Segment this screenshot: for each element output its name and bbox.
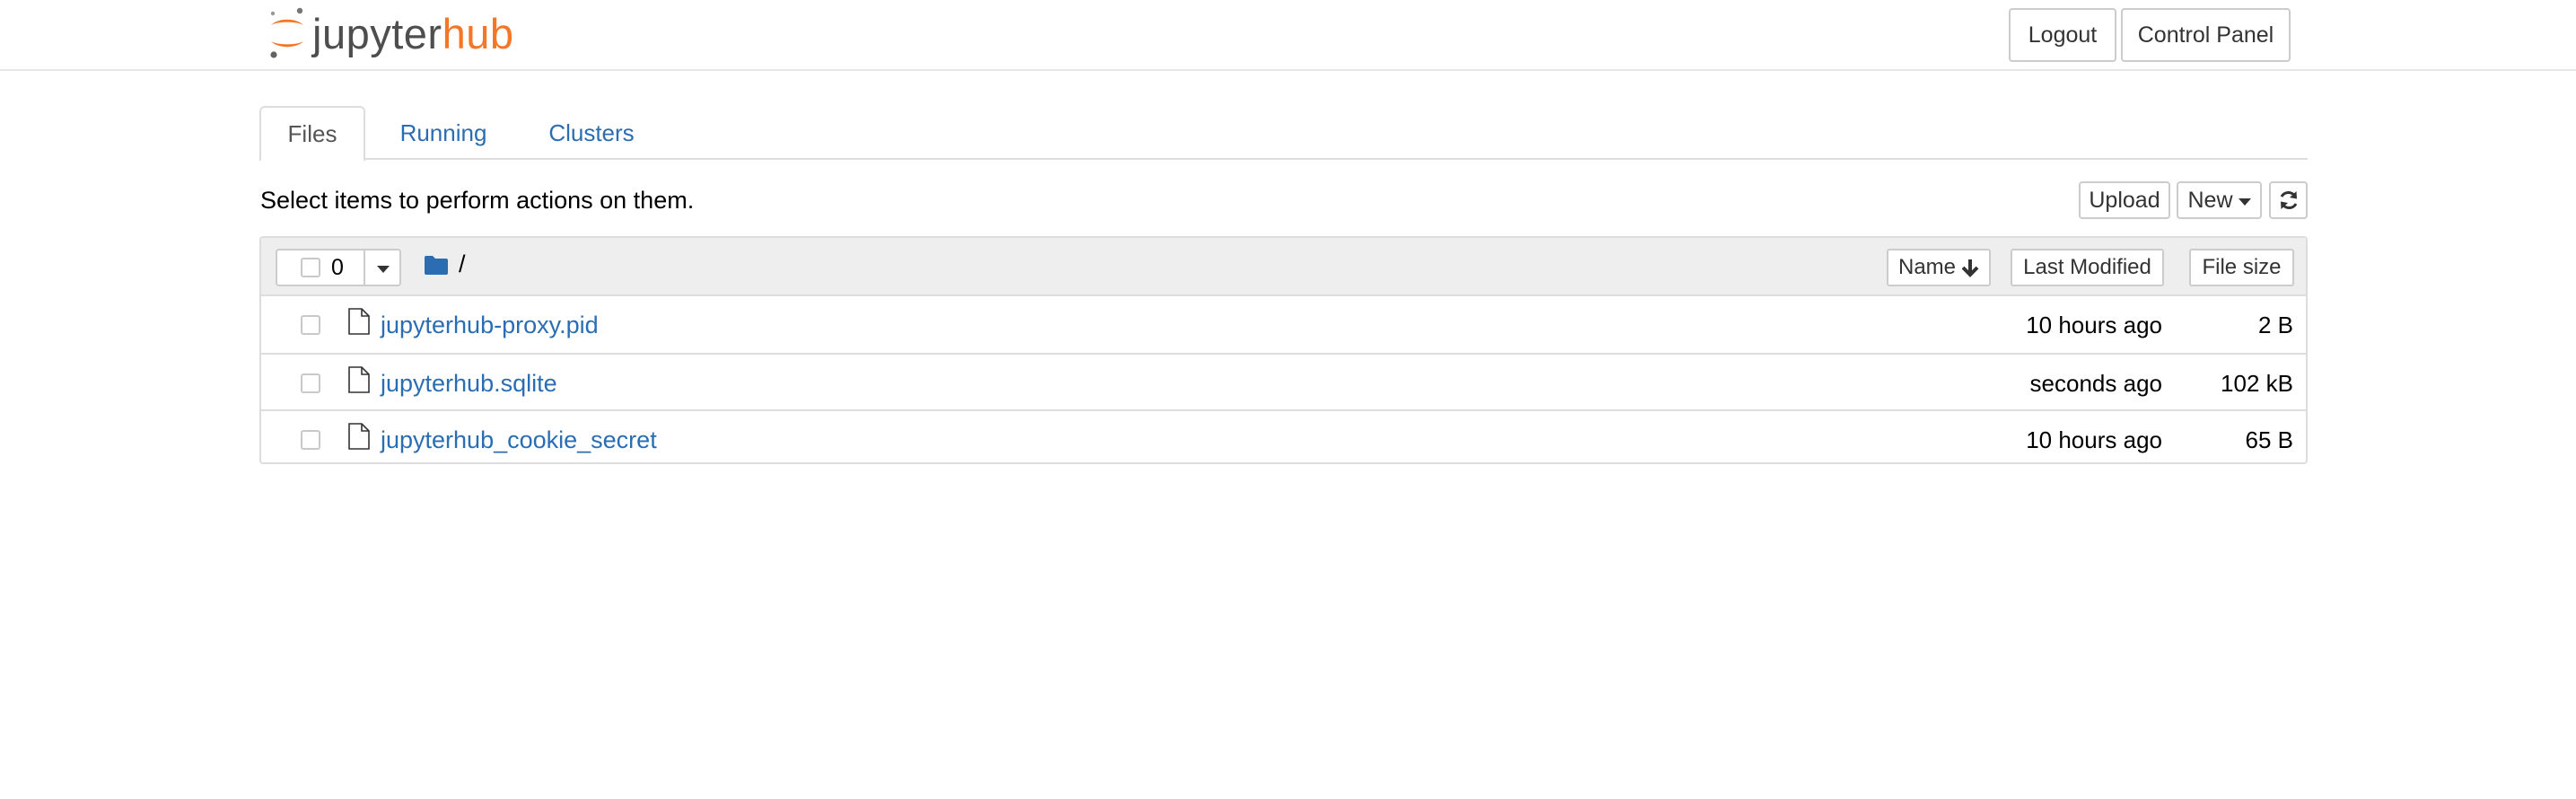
tab-bar: Files Running Clusters [259, 106, 2308, 162]
sort-by-name-button[interactable]: Name [1887, 249, 1991, 286]
logo-text-jupyter: jupyter [312, 9, 442, 57]
breadcrumb-path[interactable]: / [459, 250, 466, 278]
file-icon [348, 308, 370, 335]
file-size: 65 B [2245, 426, 2294, 453]
selected-count: 0 [331, 254, 344, 280]
tab-files[interactable]: Files [259, 106, 365, 162]
arrow-down-icon [1961, 259, 1979, 277]
folder-icon[interactable] [425, 255, 448, 275]
row-checkbox[interactable] [301, 315, 320, 335]
tab-running[interactable]: Running [376, 106, 511, 160]
select-menu-dropdown[interactable] [365, 250, 401, 285]
tab-clusters[interactable]: Clusters [529, 106, 654, 160]
file-name-link[interactable]: jupyterhub-proxy.pid [381, 310, 599, 340]
row-checkbox[interactable] [301, 430, 320, 450]
new-button-label: New [2187, 187, 2233, 213]
logo-text-hub: hub [442, 9, 514, 57]
file-size: 102 kB [2221, 370, 2293, 397]
file-list-header: 0 / Name Last Modified File size [261, 238, 2306, 296]
file-name-link[interactable]: jupyterhub_cookie_secret [381, 425, 657, 455]
file-list: 0 / Name Last Modified File size jupyter… [259, 236, 2308, 464]
jupyterhub-logo[interactable]: jupyterhub [266, 5, 514, 61]
file-size: 2 B [2257, 312, 2293, 338]
sort-name-label: Name [1897, 255, 1957, 279]
row-checkbox[interactable] [301, 373, 320, 393]
list-item[interactable]: jupyterhub.sqlite seconds ago 102 kB [261, 353, 2306, 409]
file-last-modified: 10 hours ago [2026, 312, 2162, 338]
breadcrumb: / [425, 250, 466, 278]
list-item[interactable]: jupyterhub-proxy.pid 10 hours ago 2 B [261, 296, 2306, 353]
select-all-toggle[interactable]: 0 [277, 250, 365, 285]
logo-text: jupyterhub [312, 13, 514, 55]
refresh-button[interactable] [2269, 181, 2308, 219]
new-dropdown-button[interactable]: New [2177, 181, 2262, 219]
file-last-modified: seconds ago [2029, 370, 2162, 397]
list-item[interactable]: jupyterhub_cookie_secret 10 hours ago 65… [261, 409, 2306, 466]
sort-by-file-size-button[interactable]: File size [2189, 249, 2294, 286]
select-all-checkbox[interactable] [301, 258, 320, 277]
refresh-icon [2280, 190, 2297, 210]
caret-down-icon [2238, 198, 2251, 206]
control-panel-button[interactable]: Control Panel [2121, 8, 2291, 62]
select-all-group: 0 [276, 249, 401, 286]
jupyter-logo-icon [270, 7, 303, 58]
caret-down-icon [377, 265, 390, 273]
file-icon [348, 366, 370, 393]
sort-by-last-modified-button[interactable]: Last Modified [2011, 249, 2164, 286]
file-icon [348, 423, 370, 450]
file-last-modified: 10 hours ago [2026, 426, 2162, 453]
upload-button[interactable]: Upload [2079, 181, 2170, 219]
select-hint-text: Select items to perform actions on them. [260, 187, 695, 214]
logout-button[interactable]: Logout [2009, 8, 2116, 62]
top-header: jupyterhub Logout Control Panel [0, 0, 2576, 71]
file-name-link[interactable]: jupyterhub.sqlite [381, 368, 557, 399]
